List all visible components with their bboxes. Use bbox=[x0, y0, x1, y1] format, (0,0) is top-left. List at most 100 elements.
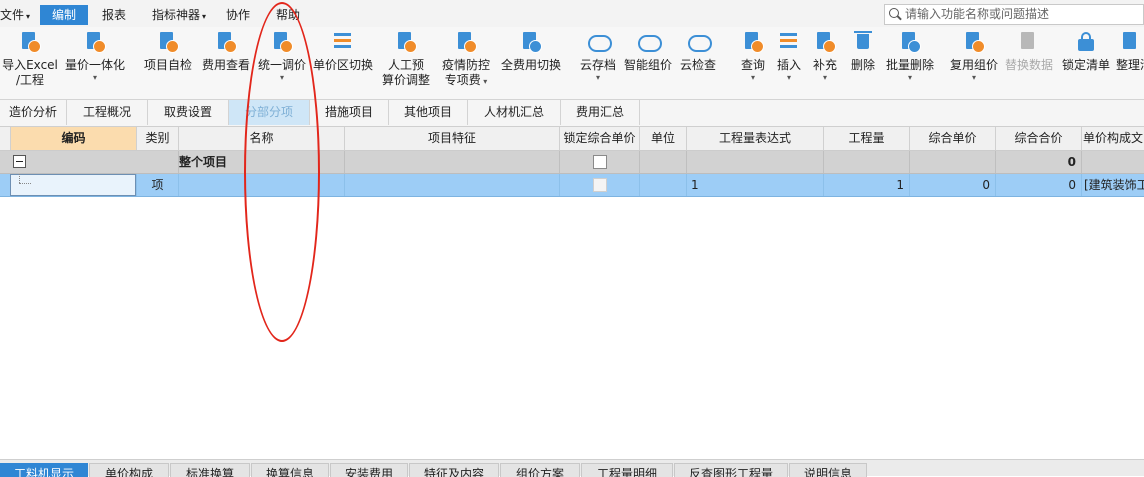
lock-checkbox[interactable] bbox=[593, 155, 607, 169]
collapse-icon[interactable] bbox=[13, 155, 26, 168]
epidemic-fee-label: 疫情防控 bbox=[441, 58, 490, 72]
tab-other-items[interactable]: 其他项目 bbox=[389, 100, 468, 125]
cloud-upload-icon bbox=[587, 31, 612, 55]
unit-price-switch-button[interactable]: 单价区切换 bbox=[311, 31, 375, 73]
col-lock-unit-price[interactable]: 锁定综合单价 bbox=[560, 127, 640, 150]
table-row-summary[interactable]: 整个项目 0 bbox=[0, 151, 1144, 174]
menu-edit[interactable]: 编制 bbox=[40, 5, 89, 25]
lock-list-button[interactable]: 锁定清单 bbox=[1060, 31, 1112, 73]
tab-fee-summary[interactable]: 费用汇总 bbox=[561, 100, 640, 125]
tab-project-overview[interactable]: 工程概况 bbox=[67, 100, 148, 125]
reuse-price-button[interactable]: 复用组价 ▾ bbox=[948, 31, 1000, 83]
fee-view-icon bbox=[215, 31, 237, 55]
cloud-check-label: 云检查 bbox=[679, 58, 716, 72]
import-excel-button[interactable]: 导入Excel /工程 bbox=[2, 31, 58, 88]
tab-fee-settings[interactable]: 取费设置 bbox=[148, 100, 229, 125]
chevron-down-icon: ▾ bbox=[595, 73, 600, 82]
search-icon bbox=[889, 8, 899, 18]
search-input[interactable] bbox=[905, 6, 1135, 22]
chevron-down-icon: ▾ bbox=[92, 73, 97, 82]
organize-label: 整理清 bbox=[1116, 58, 1144, 72]
code-edit-input[interactable] bbox=[10, 174, 136, 196]
cell-total-price: 0 bbox=[996, 151, 1082, 173]
labor-adjust-icon bbox=[395, 31, 417, 55]
tree-connector bbox=[19, 174, 21, 183]
grid-header: 编码 类别 名称 项目特征 锁定综合单价 单位 工程量表达式 工程量 综合单价 … bbox=[0, 127, 1144, 151]
cell-features bbox=[345, 151, 560, 173]
replace-data-button[interactable]: 替换数据 bbox=[1003, 31, 1055, 73]
self-check-icon bbox=[157, 31, 179, 55]
batch-delete-button[interactable]: 批量删除 ▾ bbox=[884, 31, 936, 83]
labor-adjust-button[interactable]: 人工预 算价调整 bbox=[378, 31, 434, 88]
tab-labor-material-summary[interactable]: 人材机汇总 bbox=[468, 100, 561, 125]
col-quantity[interactable]: 工程量 bbox=[824, 127, 910, 150]
tab-cost-analysis[interactable]: 造价分析 bbox=[0, 100, 67, 125]
query-icon bbox=[742, 31, 764, 55]
cell-composition[interactable]: [建筑装饰工 bbox=[1082, 174, 1144, 196]
all-fee-switch-button[interactable]: 全费用切换 bbox=[498, 31, 564, 73]
import-excel-label: 导入Excel bbox=[2, 58, 58, 72]
organize-button[interactable]: 整理清 bbox=[1116, 31, 1144, 73]
chevron-down-icon: ▾ bbox=[26, 12, 31, 21]
unit-price-switch-icon bbox=[332, 31, 354, 55]
module-tabs: 造价分析 工程概况 取费设置 分部分项 措施项目 其他项目 人材机汇总 费用汇总 bbox=[0, 100, 1144, 127]
cell-code bbox=[0, 174, 137, 196]
cell-qty[interactable]: 1 bbox=[824, 174, 910, 196]
chevron-down-icon: ▾ bbox=[786, 73, 791, 82]
menu-file[interactable]: 文件 ▾ bbox=[0, 6, 30, 24]
supplement-button[interactable]: 补充 ▾ bbox=[808, 31, 842, 83]
cell-qty-expr bbox=[687, 151, 824, 173]
supplement-icon bbox=[814, 31, 836, 55]
smart-price-button[interactable]: 智能组价 bbox=[622, 31, 674, 73]
epidemic-fee-icon bbox=[455, 31, 477, 55]
cell-unit bbox=[640, 151, 687, 173]
cell-unit[interactable] bbox=[640, 174, 687, 196]
self-check-button[interactable]: 项目自检 bbox=[140, 31, 196, 73]
cloud-smart-icon bbox=[637, 31, 662, 55]
tab-measures[interactable]: 措施项目 bbox=[310, 100, 389, 125]
table-row-item[interactable]: 项 1 1 0 0 [建筑装饰工 bbox=[0, 174, 1144, 197]
reuse-price-label: 复用组价 bbox=[949, 58, 998, 72]
menu-collab[interactable]: 协作 bbox=[226, 6, 250, 24]
tree-connector-h bbox=[19, 183, 31, 185]
delete-button[interactable]: 删除 bbox=[846, 31, 880, 73]
chevron-down-icon: ▾ bbox=[822, 73, 827, 82]
col-unit[interactable]: 单位 bbox=[640, 127, 687, 150]
query-button[interactable]: 查询 ▾ bbox=[736, 31, 770, 83]
fee-view-label: 费用查看 bbox=[201, 58, 250, 72]
col-total-price[interactable]: 综合合价 bbox=[996, 127, 1082, 150]
insert-label: 插入 bbox=[776, 58, 801, 72]
fee-view-button[interactable]: 费用查看 bbox=[198, 31, 254, 73]
cloud-check-button[interactable]: 云检查 bbox=[678, 31, 718, 73]
cell-unit-price bbox=[910, 151, 996, 173]
col-qty-expression[interactable]: 工程量表达式 bbox=[687, 127, 824, 150]
row-header-corner bbox=[0, 127, 11, 150]
batch-delete-icon bbox=[899, 31, 921, 55]
cell-features[interactable] bbox=[345, 174, 560, 196]
menu-indicator[interactable]: 指标神器 ▾ bbox=[152, 6, 206, 24]
self-check-label: 项目自检 bbox=[143, 58, 192, 72]
epidemic-fee-button[interactable]: 疫情防控 专项费 ▾ bbox=[438, 31, 494, 88]
cloud-save-button[interactable]: 云存档 ▾ bbox=[578, 31, 618, 83]
import-excel-icon bbox=[19, 31, 41, 55]
lock-list-label: 锁定清单 bbox=[1061, 58, 1110, 72]
menu-report[interactable]: 报表 bbox=[102, 6, 126, 24]
cloud-save-label: 云存档 bbox=[579, 58, 616, 72]
cell-composition bbox=[1082, 151, 1144, 173]
col-code[interactable]: 编码 bbox=[11, 127, 137, 150]
col-category[interactable]: 类别 bbox=[137, 127, 179, 150]
search-box[interactable] bbox=[884, 4, 1144, 25]
col-features[interactable]: 项目特征 bbox=[345, 127, 560, 150]
cell-qty-expr[interactable]: 1 bbox=[687, 174, 824, 196]
chevron-down-icon: ▾ bbox=[202, 12, 207, 21]
qty-price-label: 量价一体化 bbox=[64, 58, 125, 72]
qty-price-button[interactable]: 量价一体化 ▾ bbox=[62, 31, 128, 83]
insert-button[interactable]: 插入 ▾ bbox=[772, 31, 806, 83]
organize-icon bbox=[1120, 31, 1142, 55]
menu-bar: 文件 ▾ 编制 报表 指标神器 ▾ 协作 帮助 bbox=[0, 0, 1144, 27]
col-price-composition[interactable]: 单价构成文 bbox=[1082, 127, 1144, 150]
lock-checkbox[interactable] bbox=[593, 178, 607, 192]
col-unit-price[interactable]: 综合单价 bbox=[910, 127, 996, 150]
menu-indicator-label: 指标神器 bbox=[152, 8, 201, 22]
cell-category: 项 bbox=[137, 174, 179, 196]
